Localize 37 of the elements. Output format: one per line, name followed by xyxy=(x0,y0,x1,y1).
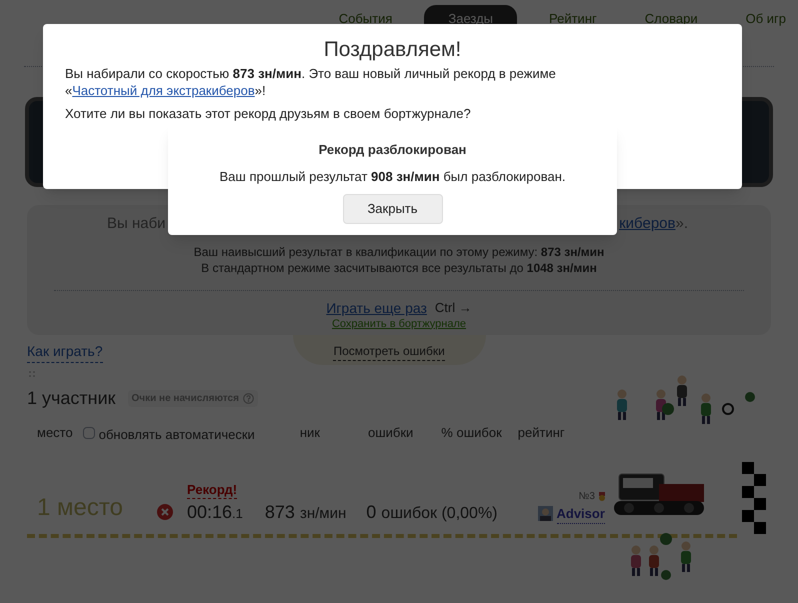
column-header: ошибки xyxy=(368,424,414,442)
view-errors-link[interactable]: Посмотреть ошибки xyxy=(333,342,445,361)
best-result-text: Ваш наивысший результат в квалификации по этому режиму: 873 зн/мин xyxy=(194,244,604,260)
result-text-end: ». xyxy=(675,215,688,232)
medal-icon xyxy=(598,492,605,500)
drag-handle-icon xyxy=(29,371,37,379)
shortcut-hint: Ctrl → xyxy=(434,298,472,316)
record-label: Рекорд! xyxy=(187,482,238,499)
save-link[interactable]: Сохранить в бортжурнале xyxy=(332,316,466,332)
checkered-flag-icon xyxy=(742,462,766,534)
column-header: место xyxy=(37,424,73,442)
auto-update-checkbox[interactable] xyxy=(82,427,95,439)
unlock-message: Ваш прошлый результат 908 зн/мин был разблокирован. xyxy=(220,168,566,186)
avatar-icon xyxy=(538,506,552,522)
nav-tab[interactable]: Об игр xyxy=(726,5,798,33)
place-text: 1 место xyxy=(37,493,124,523)
help-icon[interactable] xyxy=(242,393,254,404)
close-button[interactable]: Закрыть xyxy=(342,194,442,224)
race-time: 00:16.1 xyxy=(187,501,243,524)
column-header: рейтинг xyxy=(518,424,565,442)
error-icon xyxy=(157,504,173,520)
errors-text: 0 ошибок (0,00%) xyxy=(366,501,498,524)
mode-link[interactable]: Частотный для экстракиберов xyxy=(72,83,255,98)
standard-limit-text: В стандартном режиме засчитываются все результаты до 1048 зн/мин xyxy=(201,260,597,276)
share-question: Хотите ли вы показать этот рекорд друзьям в своем бортжурнале? xyxy=(65,105,472,122)
speed-text: 873 зн/мин xyxy=(264,501,346,524)
column-header: % ошибок xyxy=(441,424,502,442)
player-link[interactable]: Advisor xyxy=(556,504,605,524)
participants-count: 1 участник xyxy=(27,387,116,410)
auto-update-label: обновлять автоматически xyxy=(98,426,255,444)
mode-link[interactable]: киберов xyxy=(619,215,676,232)
dialog-title: Поздравляем! xyxy=(322,37,462,63)
how-to-play-link[interactable]: Как играть? xyxy=(27,341,103,363)
column-header: ник xyxy=(300,424,320,442)
play-again-link[interactable]: Играть еще раз xyxy=(326,298,427,316)
record-message: Вы набирали со скоростью 873 зн/мин. Это ваш новый личный рекорд в режиме «Частотный для экстракиберов»! xyxy=(65,65,557,99)
unlock-title: Рекорд разблокирован xyxy=(318,141,466,159)
